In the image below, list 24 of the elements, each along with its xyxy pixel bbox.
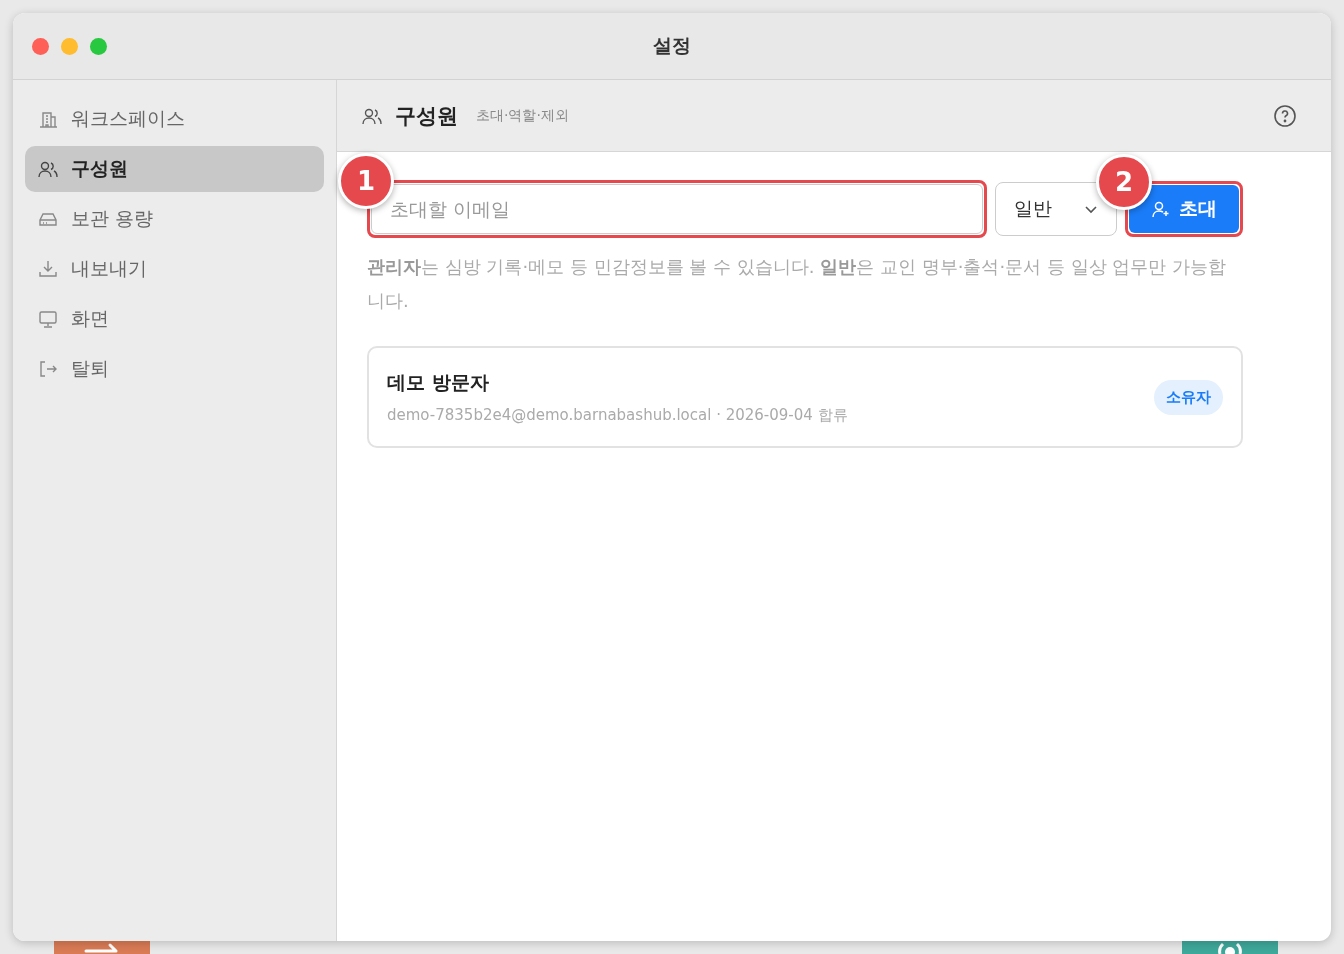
callout-tooltip: 2 (1096, 154, 1152, 210)
sidebar-item[interactable]: 구성원 (25, 146, 324, 192)
sidebar-item[interactable]: 내보내기 (25, 246, 324, 292)
help-icon[interactable] (1273, 103, 1297, 128)
sidebar-item[interactable]: 탈퇴 (25, 346, 324, 392)
add-user-icon (1151, 199, 1171, 219)
monitor-icon (37, 308, 59, 330)
member-detail: demo-7835b2e4@demo.barnabashub.local · 2026-09-04 합류 (387, 405, 848, 425)
sidebar-item[interactable]: 화면 (25, 296, 324, 342)
close-button[interactable] (32, 38, 49, 55)
download-icon (37, 258, 59, 280)
member-name: 데모 방문자 (387, 369, 490, 395)
role-select[interactable]: 일반 (995, 182, 1117, 236)
zoom-button[interactable] (90, 38, 107, 55)
callout-tooltip: 1 (338, 153, 394, 209)
minimize-button[interactable] (61, 38, 78, 55)
sidebar-item[interactable]: 보관 용량 (25, 196, 324, 242)
section-subtitle: 초대·역할·제외 (476, 106, 569, 125)
sidebar-item[interactable]: 워크스페이스 (25, 96, 324, 142)
logout-icon (37, 358, 59, 380)
window-title: 설정 (653, 33, 691, 58)
role-badge: 소유자 (1154, 379, 1223, 415)
section-title: 구성원 (395, 102, 458, 130)
help-text: 관리자는 심방 기록·메모 등 민감정보를 볼 수 있습니다. 일반은 교인 명부·출석·문서 등 일상 업무만 가능합니다. (367, 255, 1227, 313)
